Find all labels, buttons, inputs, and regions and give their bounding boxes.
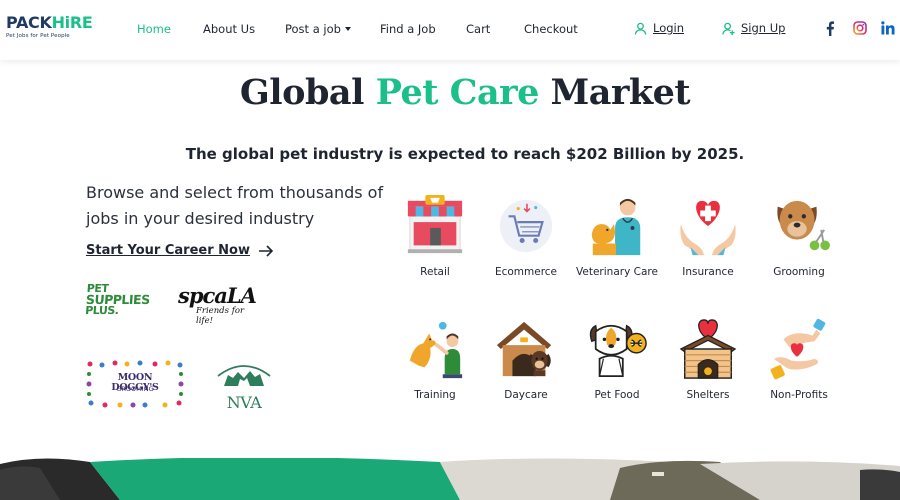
- spca-tagline: Friends for life!: [196, 306, 245, 326]
- title-part1: Global: [239, 72, 376, 113]
- linkedin-icon[interactable]: [880, 20, 896, 36]
- industry-insurance-label: Insurance: [682, 266, 734, 278]
- industry-daycare[interactable]: Daycare: [481, 318, 571, 401]
- industry-ecommerce[interactable]: Ecommerce: [481, 195, 571, 278]
- page-subtitle: The global pet industry is expected to r…: [185, 145, 745, 163]
- login-link[interactable]: Login: [634, 21, 684, 35]
- veterinarian-icon: [591, 198, 641, 256]
- site-logo[interactable]: PACKHiRE Pet Jobs for Pet People: [6, 15, 93, 40]
- industry-training[interactable]: Training: [390, 318, 480, 401]
- nav-find-a-job[interactable]: Find a Job: [380, 22, 436, 36]
- industry-grooming-label: Grooming: [773, 266, 825, 278]
- industry-non-profits[interactable]: Non-Profits: [754, 318, 844, 401]
- industry-grooming[interactable]: Grooming: [754, 195, 844, 278]
- chevron-down-icon: [344, 27, 351, 31]
- nav-checkout[interactable]: Checkout: [524, 22, 578, 36]
- industry-non-profits-label: Non-Profits: [770, 389, 828, 401]
- lead-text: Browse and select from thousands of jobs…: [86, 183, 384, 228]
- industry-daycare-label: Daycare: [504, 389, 548, 401]
- moondoggys-line2: GROOMING: [116, 385, 154, 393]
- signup-link[interactable]: Sign Up: [722, 21, 785, 35]
- nva-emblem: [217, 365, 271, 386]
- moondoggys-logo: MOON DOGGY'S GROOMING: [85, 359, 185, 409]
- nva-logo: NVA: [214, 356, 274, 412]
- title-part2: Market: [538, 72, 691, 113]
- instagram-icon[interactable]: [852, 20, 868, 36]
- start-career-label: Start Your Career Now: [86, 243, 250, 258]
- pet-food-icon: [589, 324, 647, 377]
- logo-wordmark: PACKHiRE: [6, 15, 93, 31]
- industry-pet-food-label: Pet Food: [594, 389, 640, 401]
- logo-tagline: Pet Jobs for Pet People: [6, 33, 70, 39]
- signup-label: Sign Up: [741, 21, 786, 35]
- nav-post-a-job[interactable]: Post a job: [285, 22, 351, 36]
- dog-grooming-icon: [777, 200, 830, 251]
- title-accent: Pet Care: [375, 72, 540, 113]
- industry-retail[interactable]: Retail: [390, 195, 480, 278]
- retail-store-icon: [407, 195, 463, 254]
- industry-retail-label: Retail: [420, 266, 450, 278]
- industry-ecommerce-label: Ecommerce: [494, 266, 558, 278]
- nav-cart[interactable]: Cart: [466, 22, 490, 36]
- petsupplies-logo: PET SUPPLIES PLUS.: [85, 282, 156, 321]
- industry-shelters[interactable]: Shelters: [663, 318, 753, 401]
- logo-part2: HiRE: [51, 13, 93, 32]
- heart-hands-icon: [680, 200, 736, 256]
- donation-icon: [770, 318, 826, 380]
- dog-house-icon: [496, 321, 552, 377]
- logo-part1: PACK: [6, 13, 52, 32]
- industry-training-label: Training: [414, 389, 456, 401]
- facebook-icon[interactable]: [822, 20, 838, 36]
- nav-post-a-job-label: Post a job: [285, 22, 341, 36]
- dog-training-icon: [409, 321, 463, 379]
- shelter-icon: [679, 319, 737, 379]
- site-header: PACKHiRE Pet Jobs for Pet People Home Ab…: [0, 0, 900, 60]
- arrow-right-icon: [258, 244, 274, 257]
- spca-name: spcaLA: [178, 283, 257, 308]
- user-plus-icon: [722, 22, 735, 35]
- industry-insurance[interactable]: Insurance: [663, 195, 753, 278]
- industry-veterinary-care-label: Veterinary Care: [576, 266, 658, 278]
- bottom-banner-image: [0, 458, 900, 500]
- industry-veterinary-care[interactable]: Veterinary Care: [572, 195, 662, 278]
- nav-home[interactable]: Home: [137, 22, 171, 36]
- nav-about-us[interactable]: About Us: [203, 22, 255, 36]
- spcala-logo: spcaLA Friends for life!: [178, 283, 263, 326]
- shopping-cart-icon: [499, 199, 553, 253]
- user-icon: [634, 22, 647, 35]
- industry-shelters-label: Shelters: [686, 389, 730, 401]
- industry-pet-food[interactable]: Pet Food: [572, 318, 662, 401]
- start-career-link[interactable]: Start Your Career Now: [86, 243, 274, 258]
- nva-name: NVA: [226, 393, 262, 412]
- login-label: Login: [653, 21, 685, 35]
- page-title: Global Pet Care Market: [0, 72, 900, 113]
- banner-photo: [0, 458, 900, 500]
